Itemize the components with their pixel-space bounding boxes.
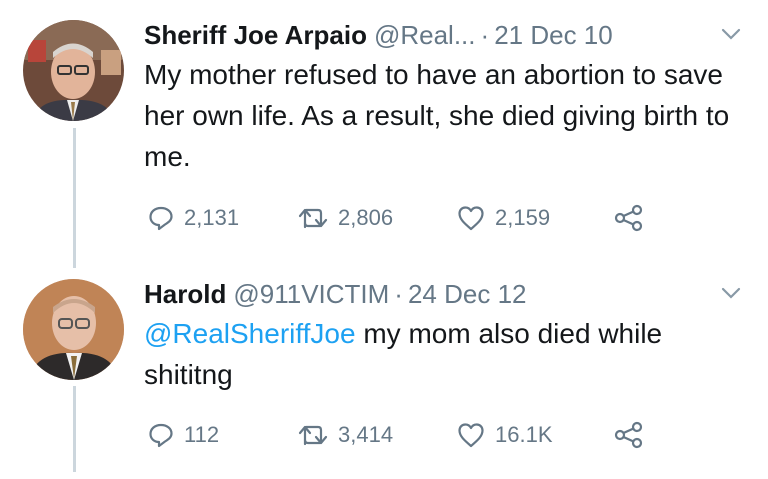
reply-icon [149, 206, 173, 231]
display-name[interactable]: Harold [144, 279, 226, 310]
like-button[interactable]: 16.1K [457, 415, 553, 455]
reply-button[interactable]: 112 [148, 415, 219, 455]
share-icon [614, 421, 643, 449]
share-button[interactable] [614, 415, 644, 455]
retweet-icon [298, 425, 328, 446]
separator-dot: · [480, 19, 490, 50]
reply-icon [149, 423, 173, 448]
reply-count: 112 [184, 422, 220, 447]
chevron-down-icon[interactable] [720, 26, 742, 42]
tweet-date[interactable]: 21 Dec 10 [494, 20, 613, 51]
mention-link[interactable]: @RealSheriffJoe [144, 318, 356, 349]
like-count: 16.1K [495, 422, 553, 447]
share-icon [614, 204, 643, 232]
like-button[interactable]: 2,159 [457, 198, 550, 238]
reply-button[interactable]: 2,131 [148, 198, 239, 238]
retweet-count: 2,806 [338, 205, 394, 230]
tweet-date[interactable]: 24 Dec 12 [408, 279, 527, 310]
tweet-actions: 112 3,414 16.1K [144, 415, 748, 455]
avatar[interactable] [23, 20, 124, 121]
tweet-text: My mother refused to have an abortion to… [144, 59, 730, 172]
like-count: 2,159 [495, 205, 551, 230]
tweet[interactable]: Sheriff Joe Arpaio @Real... · 21 Dec 10 … [0, 0, 768, 265]
display-name[interactable]: Sheriff Joe Arpaio [144, 20, 367, 51]
tweet-text: @RealSheriffJoe my mom also died while s… [144, 313, 754, 395]
retweet-button[interactable]: 3,414 [298, 415, 393, 455]
retweet-count: 3,414 [338, 422, 394, 447]
tweet[interactable]: Harold @911VICTIM · 24 Dec 12 @RealSheri… [0, 265, 768, 479]
like-icon [458, 206, 484, 231]
separator-dot: · [394, 278, 403, 309]
tweet-header: Harold @911VICTIM · 24 Dec 12 [144, 275, 748, 313]
tweet-actions: 2,131 2,806 2,159 [144, 198, 748, 238]
like-icon [458, 423, 484, 448]
chevron-down-icon[interactable] [720, 285, 742, 301]
username[interactable]: @911VICTIM [233, 279, 389, 310]
share-button[interactable] [614, 198, 644, 238]
retweet-button[interactable]: 2,806 [298, 198, 393, 238]
reply-count: 2,131 [184, 205, 240, 230]
retweet-icon [298, 208, 328, 229]
tweet-header: Sheriff Joe Arpaio @Real... · 21 Dec 10 [144, 16, 748, 54]
avatar[interactable] [23, 279, 124, 380]
username[interactable]: @Real... [374, 20, 476, 51]
